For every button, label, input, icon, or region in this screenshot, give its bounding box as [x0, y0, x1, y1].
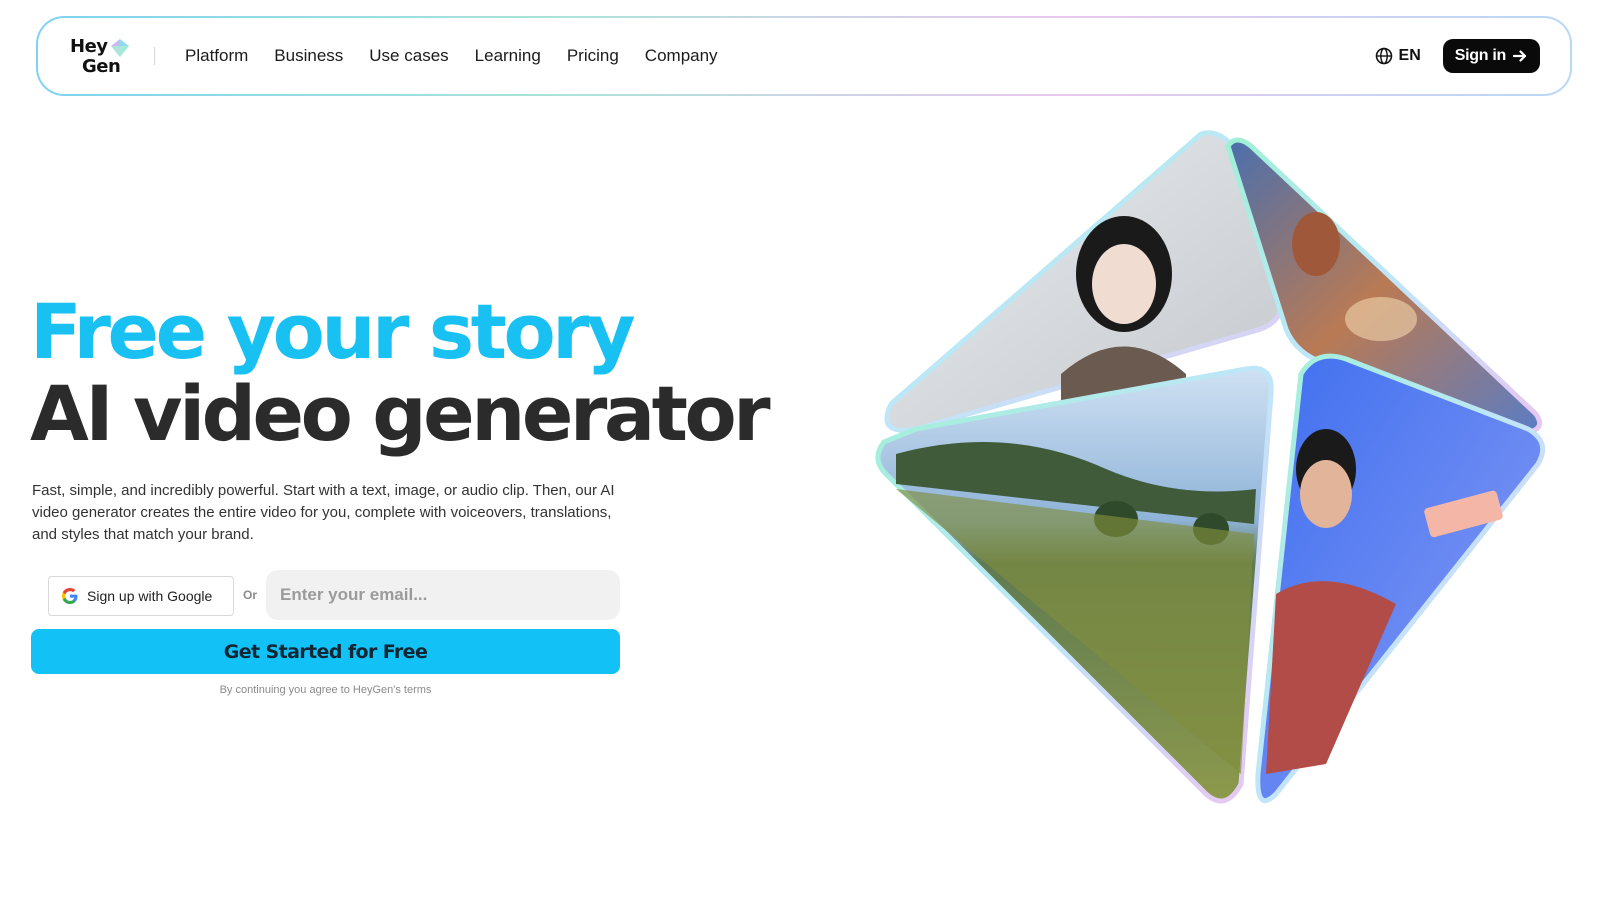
google-icon: [62, 588, 78, 604]
main-menu: Platform Business Use cases Learning Pri…: [185, 46, 718, 66]
avatar-face-man: [1255, 353, 1546, 804]
language-label: EN: [1398, 47, 1421, 64]
or-separator: Or: [243, 588, 258, 602]
email-input[interactable]: [266, 570, 620, 620]
hero-visual-cube: [875, 130, 1546, 804]
sign-in-button[interactable]: Sign in: [1442, 39, 1540, 73]
logo-text-top: Hey: [70, 36, 108, 57]
logo-gem-icon: [111, 39, 129, 57]
google-signup-label: Sign up with Google: [87, 588, 213, 604]
menu-item-company[interactable]: Company: [645, 46, 718, 66]
menu-item-pricing[interactable]: Pricing: [567, 46, 619, 66]
terms-notice[interactable]: By continuing you agree to HeyGen's term…: [31, 684, 620, 696]
hero-title-highlight: Free your story: [30, 287, 636, 376]
nav-bar: Hey Gen Platform Business Use cases Lear…: [38, 18, 1570, 94]
logo-text-bottom: Gen: [82, 56, 121, 77]
landscape-scene: [875, 365, 1274, 804]
hero-title: AI video generator: [30, 369, 771, 458]
nav-divider: [154, 47, 155, 65]
sign-in-label: Sign in: [1454, 47, 1507, 64]
get-started-button[interactable]: Get Started for Free: [31, 629, 620, 674]
arrow-right-icon: [1512, 50, 1527, 62]
globe-icon: [1375, 47, 1392, 65]
menu-item-platform[interactable]: Platform: [185, 46, 248, 66]
language-selector[interactable]: EN: [1375, 47, 1421, 65]
menu-item-use-cases[interactable]: Use cases: [369, 46, 448, 66]
menu-item-business[interactable]: Business: [274, 46, 343, 66]
top-navigation: Hey Gen Platform Business Use cases Lear…: [36, 16, 1572, 96]
heygen-logo[interactable]: Hey Gen: [70, 36, 132, 76]
google-signup-button[interactable]: Sign up with Google: [48, 576, 234, 616]
hero-description: Fast, simple, and incredibly powerful. S…: [32, 482, 615, 543]
menu-item-learning[interactable]: Learning: [475, 46, 541, 66]
